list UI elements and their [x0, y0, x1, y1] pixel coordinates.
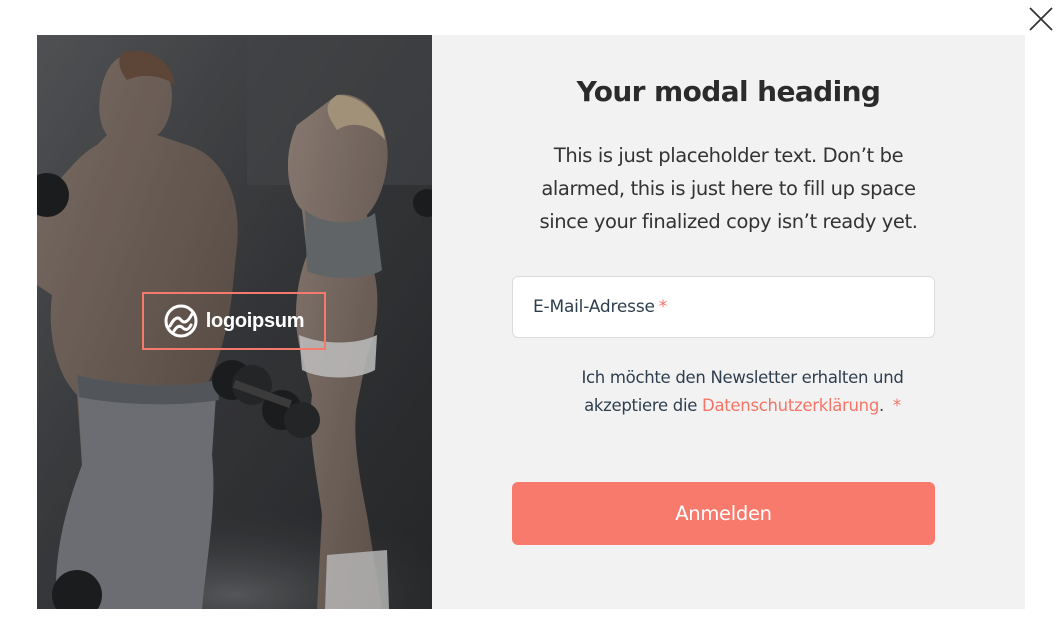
logoipsum-mark-icon: [164, 304, 198, 338]
modal-heading: Your modal heading: [576, 75, 881, 108]
fitness-photo: logoipsum: [37, 35, 432, 609]
consent-required-marker: *: [892, 396, 901, 415]
close-icon: [1029, 7, 1053, 31]
close-button[interactable]: [1026, 4, 1056, 34]
modal-body-text: This is just placeholder text. Don’t be …: [539, 144, 918, 233]
logo: logoipsum: [142, 292, 326, 350]
logo-text: logoipsum: [205, 309, 305, 332]
required-marker: *: [658, 297, 668, 317]
email-field-label: E-Mail-Adresse *: [533, 297, 668, 317]
subscribe-button[interactable]: Anmelden: [512, 482, 935, 545]
newsletter-modal: logoipsum Your modal heading This is jus…: [37, 35, 1025, 609]
page: logoipsum Your modal heading This is jus…: [0, 0, 1062, 642]
privacy-policy-link[interactable]: Datenschutzerklärung: [702, 396, 879, 415]
newsletter-consent-text: Ich möchte den Newsletter erhalten und a…: [581, 368, 904, 415]
email-field[interactable]: E-Mail-Adresse *: [512, 276, 935, 338]
modal-content: Your modal heading This is just placehol…: [432, 35, 1025, 609]
